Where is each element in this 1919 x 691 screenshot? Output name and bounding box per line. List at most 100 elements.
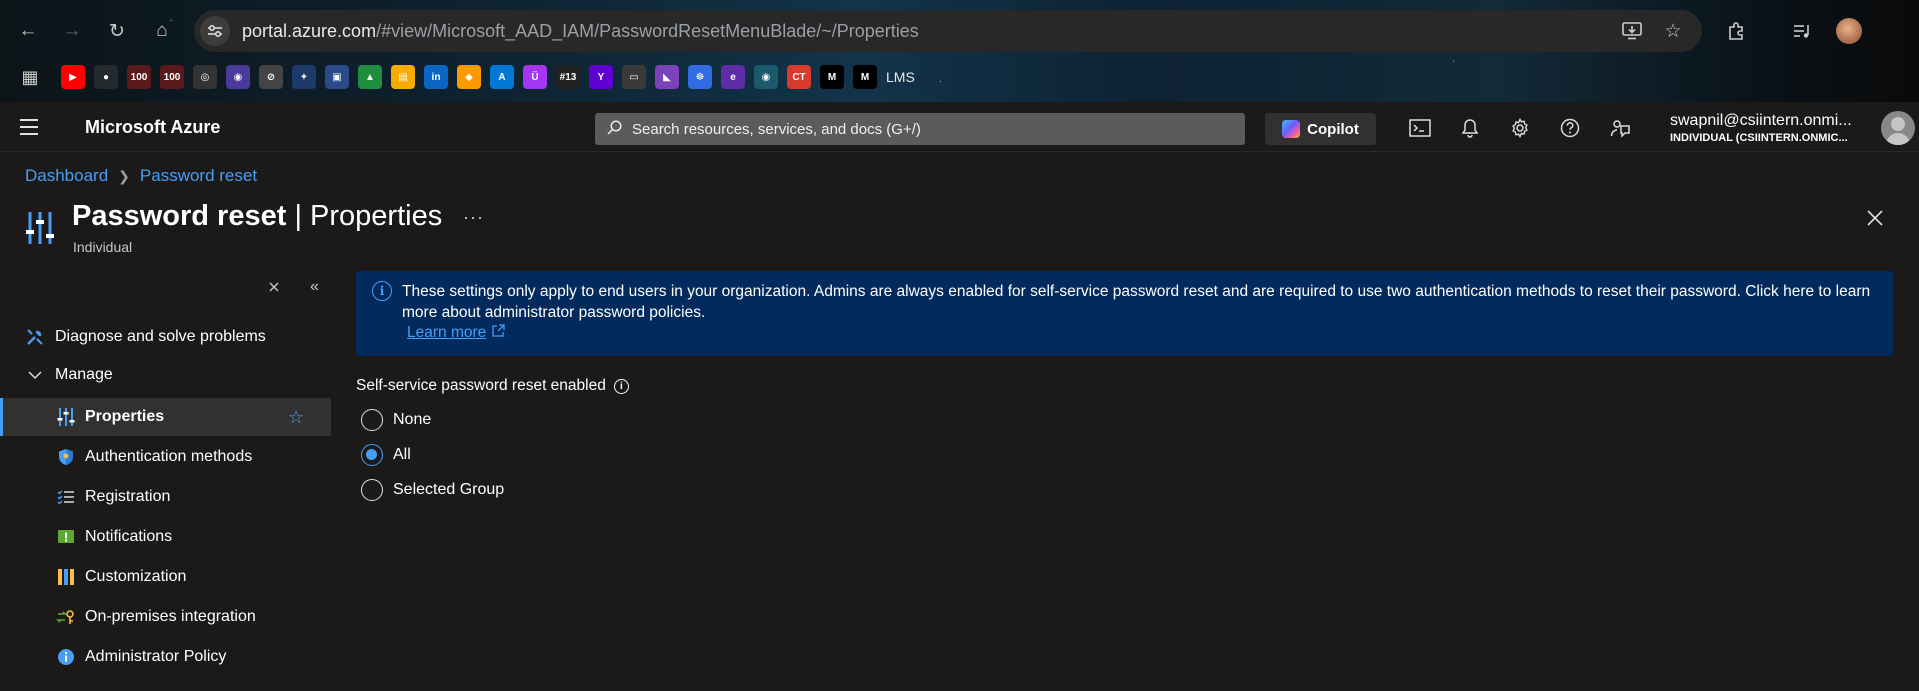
arc-bookmark-icon[interactable]: ⊘ (259, 65, 283, 89)
radio-option-all[interactable]: All (361, 444, 411, 466)
extensions-icon[interactable] (1722, 10, 1752, 52)
search-input[interactable] (632, 120, 1232, 138)
home-icon[interactable]: ⌂ (149, 18, 175, 44)
url-text: portal.azure.com/#view/Microsoft_AAD_IAM… (242, 21, 919, 42)
gemini-bookmark-icon[interactable]: ✦ (292, 65, 316, 89)
info-tooltip-icon[interactable]: i (613, 378, 629, 394)
github-bookmark-icon[interactable]: ● (94, 65, 118, 89)
address-bar[interactable]: portal.azure.com/#view/Microsoft_AAD_IAM… (194, 10, 1702, 52)
copilot-label: Copilot (1307, 120, 1359, 138)
info-banner-message: These settings only apply to end users i… (402, 283, 1871, 321)
cloud-shell-icon[interactable] (1407, 115, 1433, 141)
breadcrumb-dashboard[interactable]: Dashboard (25, 166, 108, 186)
paradigm-bookmark-icon[interactable]: ◉ (226, 65, 250, 89)
account-info[interactable]: swapnil@csiintern.onmi... INDIVIDUAL (CS… (1670, 112, 1852, 144)
eclipse-bookmark-icon[interactable]: e (721, 65, 745, 89)
radio-option-none[interactable]: None (361, 409, 431, 431)
openai-bookmark-icon[interactable]: ◎ (193, 65, 217, 89)
notifications-bell-icon[interactable] (1457, 115, 1483, 141)
help-icon[interactable] (1557, 115, 1583, 141)
medium2-bookmark-icon[interactable]: M (853, 65, 877, 89)
sidebar-item-label: Manage (55, 366, 113, 383)
sidebar-item-properties[interactable]: Properties ☆ (0, 398, 331, 436)
hash13-bookmark-icon[interactable]: #13 (556, 65, 580, 89)
learn-more-link[interactable]: Learn more (407, 324, 505, 342)
linkedin-bookmark-icon[interactable]: in (424, 65, 448, 89)
info-icon: i (372, 281, 392, 301)
site-info-icon[interactable] (200, 16, 230, 46)
azure-bookmark-icon[interactable]: A (490, 65, 514, 89)
sidebar-item-notifications[interactable]: Notifications (0, 518, 331, 556)
browser-profile-avatar[interactable] (1836, 18, 1862, 44)
global-search[interactable] (595, 113, 1245, 145)
ct-bookmark-icon[interactable]: CT (787, 65, 811, 89)
url-path: /#view/Microsoft_AAD_IAM/PasswordResetMe… (376, 20, 919, 41)
aws-bookmark-icon[interactable]: ◆ (457, 65, 481, 89)
radio-option-selected-group[interactable]: Selected Group (361, 479, 504, 501)
collapse-menu-icon[interactable]: « (310, 278, 319, 296)
search-icon (607, 119, 622, 139)
media-control-icon[interactable] (1788, 10, 1818, 52)
radio-button-selected[interactable] (361, 444, 383, 466)
bookmark-lms-label[interactable]: LMS (886, 69, 915, 85)
gmail-100-bookmark-icon[interactable]: 100 (127, 65, 151, 89)
more-options-icon[interactable]: ··· (463, 207, 484, 228)
radio-label: None (393, 411, 432, 428)
browser-chrome: ← → ↻ ⌂ portal.azure.com/#view/Microsoft… (0, 0, 1919, 102)
breadcrumb: Dashboard ❯ Password reset (25, 166, 257, 186)
learn-more-label: Learn more (407, 324, 487, 341)
radio-label: All (393, 446, 411, 463)
sidebar-item-label: Diagnose and solve problems (55, 328, 266, 345)
user-avatar[interactable] (1881, 111, 1915, 145)
sidebar-item-diagnose[interactable]: Diagnose and solve problems (0, 318, 331, 356)
azure-brand[interactable]: Microsoft Azure (85, 117, 220, 138)
youtube-bookmark-icon[interactable]: ▶ (61, 65, 85, 89)
sidebar-item-on-premises-integration[interactable]: On-premises integration (0, 598, 331, 636)
bookmark-star-icon[interactable]: ☆ (1658, 10, 1688, 52)
chevron-right-icon: ❯ (118, 167, 130, 184)
sidebar-item-authentication-methods[interactable]: Authentication methods (0, 438, 331, 476)
favorite-star-icon[interactable]: ☆ (288, 407, 304, 428)
clear-filter-icon[interactable] (268, 280, 280, 298)
udemy-bookmark-icon[interactable]: Ü (523, 65, 547, 89)
forward-arrow-icon[interactable]: → (59, 18, 85, 44)
page-subtitle: Individual (73, 239, 133, 255)
radio-button[interactable] (361, 409, 383, 431)
settings-gear-icon[interactable] (1507, 115, 1533, 141)
chevron-down-icon (25, 365, 45, 385)
copilot-icon (1282, 120, 1301, 138)
sidebar-item-label: Registration (85, 488, 171, 505)
eye-bookmark-icon[interactable]: ◉ (754, 65, 778, 89)
sidebar-item-administrator-policy[interactable]: Administrator Policy (0, 638, 331, 676)
classroom-bookmark-icon[interactable]: ▤ (391, 65, 415, 89)
close-blade-icon[interactable] (1862, 205, 1888, 231)
radio-button[interactable] (361, 479, 383, 501)
yahoo-bookmark-icon[interactable]: Y (589, 65, 613, 89)
install-app-icon[interactable] (1617, 10, 1647, 52)
sidebar-item-label: Administrator Policy (85, 648, 227, 665)
sidebar-item-registration[interactable]: Registration (0, 478, 331, 516)
shield-icon (56, 447, 76, 467)
sync-key-icon (56, 607, 76, 627)
folder-bookmark-icon[interactable]: ▭ (622, 65, 646, 89)
profile-bookmark-icon[interactable]: ▣ (325, 65, 349, 89)
medium-bookmark-icon[interactable]: M (820, 65, 844, 89)
portal-menu-icon[interactable] (20, 119, 38, 135)
bookmarks-bar: ▦ ▶ ● 100 100 ◎ ◉ ⊘ ✦ ▣ ▲ ▤ in ◆ A Ü #13 Y ▭ ◣ ☸ e ◉ CT M M LMS (18, 64, 915, 90)
back-arrow-icon[interactable]: ← (15, 18, 41, 44)
gmail-100b-bookmark-icon[interactable]: 100 (160, 65, 184, 89)
sidebar-group-manage[interactable]: Manage (0, 356, 331, 394)
breadcrumb-password-reset[interactable]: Password reset (140, 166, 257, 186)
sidebar-item-label: Customization (85, 568, 187, 585)
kubernetes-bookmark-icon[interactable]: ☸ (688, 65, 712, 89)
sidebar-item-customization[interactable]: Customization (0, 558, 331, 596)
url-host: portal.azure.com (242, 20, 377, 41)
apps-grid-icon[interactable]: ▦ (18, 65, 42, 89)
reload-icon[interactable]: ↻ (104, 18, 130, 44)
terraform-bookmark-icon[interactable]: ◣ (655, 65, 679, 89)
sidebar-item-label: On-premises integration (85, 608, 256, 625)
page-title: Password reset | Properties (72, 200, 443, 232)
drive-bookmark-icon[interactable]: ▲ (358, 65, 382, 89)
copilot-button[interactable]: Copilot (1265, 113, 1376, 145)
feedback-icon[interactable] (1607, 115, 1633, 141)
